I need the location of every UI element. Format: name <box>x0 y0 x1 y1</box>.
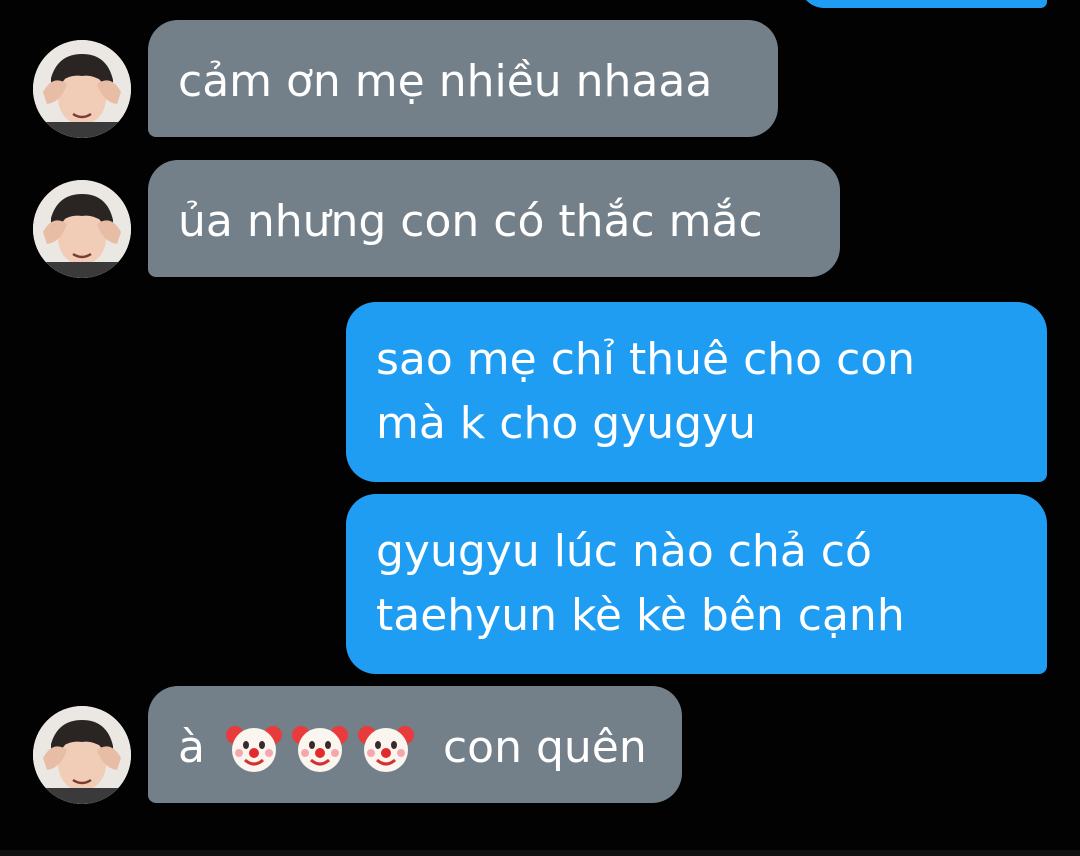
avatar[interactable] <box>33 706 131 804</box>
message-text: à con quên <box>178 716 647 780</box>
message-text-line: taehyun kè kè bên cạnh <box>376 590 905 641</box>
avatar-photo-icon <box>33 706 131 804</box>
message-text-line: gyugyu lúc nào chả có <box>376 526 872 577</box>
avatar-photo-icon <box>33 40 131 138</box>
message-text: ủa nhưng con có thắc mắc <box>178 196 763 247</box>
message-text-prefix: à <box>178 722 205 773</box>
message-text: cảm ơn mẹ nhiều nhaaa <box>178 56 713 107</box>
clown-face-icon <box>357 726 414 772</box>
avatar[interactable] <box>33 40 131 138</box>
clown-face-icon <box>291 726 348 772</box>
message-text-line: sao mẹ chỉ thuê cho con <box>376 334 916 385</box>
message-text-line: mà k cho gyugyu <box>376 398 756 449</box>
message-bubble-partial[interactable] <box>800 0 1047 8</box>
message-bubble-incoming[interactable]: ủa nhưng con có thắc mắc <box>148 160 840 277</box>
clown-face-icon <box>225 726 282 772</box>
avatar[interactable] <box>33 180 131 278</box>
bottom-divider <box>0 850 1080 856</box>
message-bubble-outgoing[interactable]: gyugyu lúc nào chả có taehyun kè kè bên … <box>346 494 1047 674</box>
message-bubble-incoming[interactable]: cảm ơn mẹ nhiều nhaaa <box>148 20 778 137</box>
chat-thread: cảm ơn mẹ nhiều nhaaa ủa nhưng con có th… <box>0 0 1080 856</box>
message-bubble-incoming[interactable]: à con quên <box>148 686 682 803</box>
avatar-photo-icon <box>33 180 131 278</box>
message-text-suffix: con quên <box>442 722 647 773</box>
message-bubble-outgoing[interactable]: sao mẹ chỉ thuê cho con mà k cho gyugyu <box>346 302 1047 482</box>
